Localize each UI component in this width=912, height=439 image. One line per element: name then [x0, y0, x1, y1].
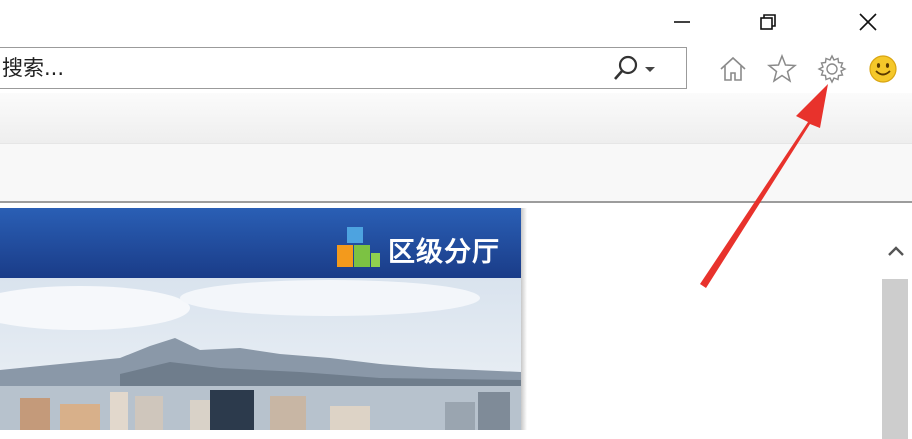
address-search-input[interactable]: [0, 48, 602, 88]
banner-title: 区级分厅: [388, 237, 500, 268]
scroll-thumb[interactable]: [882, 279, 908, 439]
address-bar: [0, 47, 687, 89]
minimize-icon: [674, 21, 690, 23]
vertical-scrollbar[interactable]: [880, 231, 912, 439]
search-button[interactable]: [608, 52, 678, 86]
close-button[interactable]: [848, 6, 888, 38]
page-banner: 区级分厅: [0, 208, 521, 278]
scroll-up-button[interactable]: [880, 231, 912, 271]
page-content: 区级分厅: [0, 203, 912, 439]
page-shadow: [521, 208, 527, 430]
blocks-logo-icon: [337, 227, 380, 267]
favorites-button[interactable]: [765, 52, 799, 86]
search-icon: [614, 55, 638, 80]
tools-button[interactable]: [815, 52, 849, 86]
favorites-bar: [0, 143, 912, 201]
restore-button[interactable]: [748, 6, 788, 38]
favorites-star-icon: [766, 53, 798, 83]
feedback-button[interactable]: [866, 52, 900, 86]
window-titlebar: [0, 0, 912, 46]
home-icon: [720, 56, 746, 81]
smiley-feedback-icon: [869, 55, 897, 83]
chevron-up-icon: [888, 246, 904, 256]
minimize-button[interactable]: [662, 6, 702, 38]
gear-icon: [817, 54, 847, 84]
restore-icon: [760, 14, 776, 30]
city-skyline-image: [0, 278, 521, 430]
close-icon: [859, 13, 877, 31]
chevron-down-icon: [645, 67, 655, 72]
command-bar: [0, 93, 912, 143]
home-button[interactable]: [716, 52, 750, 86]
